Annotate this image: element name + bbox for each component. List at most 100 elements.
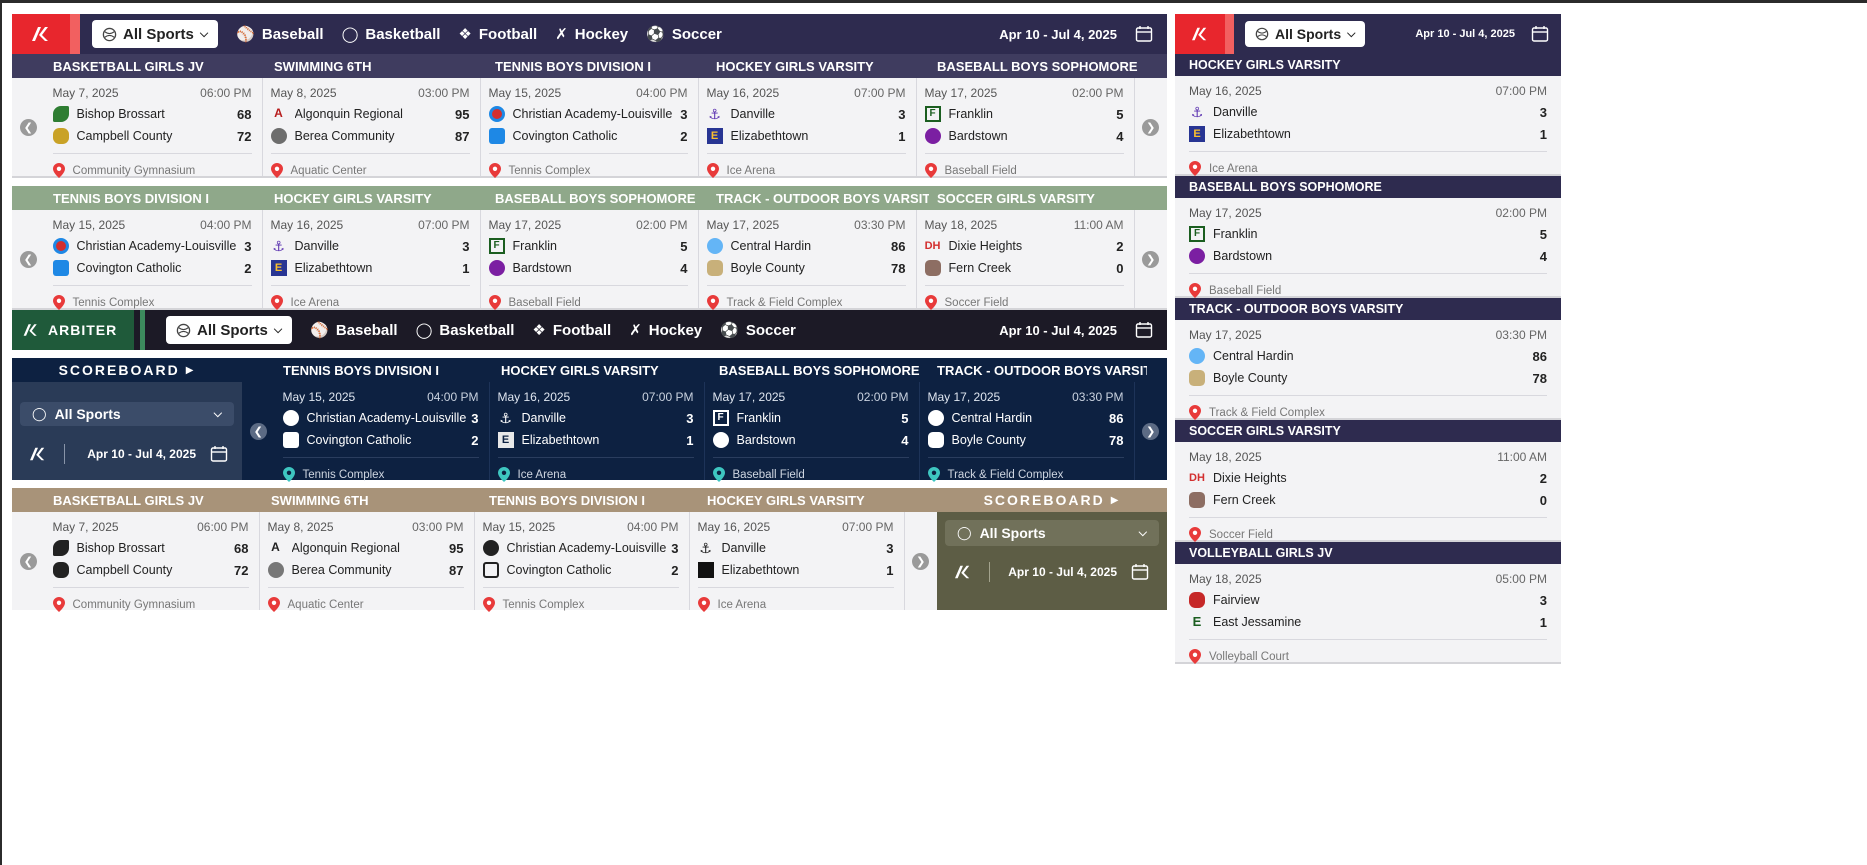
game-header: HOCKEY GIRLS VARSITY — [716, 58, 874, 74]
side-game-card[interactable]: May 18, 2025 11:00 AM DH Dixie Heights 2 Fe… — [1175, 442, 1561, 542]
tab-basketball[interactable]: ◯ Basketball — [341, 25, 441, 44]
tab-hockey[interactable]: ✗ Hockey — [555, 25, 628, 44]
chevron-down-icon: ⌵ — [1347, 27, 1356, 40]
calendar-icon[interactable] — [1135, 25, 1153, 43]
team-logo-icon — [488, 260, 505, 276]
game-card[interactable]: May 7, 2025 06:00 PM Bishop Brossart 68 Ca… — [45, 78, 263, 178]
game-card[interactable]: May 15, 2025 04:00 PM Christian Academy-L… — [481, 78, 699, 178]
scoreboard-link[interactable]: SCOREBOARD ▶ — [937, 488, 1167, 512]
next-arrow-icon[interactable]: ❯ — [1142, 118, 1160, 136]
widget5-all-sports-select[interactable]: ◯ All Sports ⌵ — [945, 520, 1159, 546]
next-arrow-icon[interactable]: ❯ — [1142, 250, 1160, 268]
location-pin-icon — [488, 163, 501, 178]
side-date-range[interactable]: Apr 10 - Jul 4, 2025 — [1415, 28, 1515, 40]
basketball-icon: ◯ — [341, 26, 359, 43]
side-all-sports-select[interactable]: All Sports ⌵ — [1245, 21, 1366, 47]
game-card[interactable]: May 15, 2025 04:00 PM Christian Academy-L… — [45, 210, 263, 310]
widget1-logo[interactable] — [12, 14, 80, 54]
location-pin-icon — [1189, 649, 1201, 664]
game-header: TENNIS BOYS DIVISION I — [53, 190, 210, 206]
widget3-all-sports-select[interactable]: All Sports ⌵ — [166, 316, 293, 344]
tab-football[interactable]: ❖ Football — [532, 321, 611, 340]
calendar-icon[interactable] — [210, 445, 228, 463]
team-logo-icon — [1189, 348, 1205, 364]
game-card[interactable]: May 7, 2025 06:00 PM Bishop Brossart 68 Ca… — [45, 512, 260, 612]
game-header: TENNIS BOYS DIVISION I — [495, 58, 652, 74]
game-card[interactable]: May 16, 2025 07:00 PM ⚓ Danville 3 E Elizabe… — [490, 382, 705, 482]
game-header: SWIMMING 6TH — [271, 492, 369, 508]
game-card[interactable]: May 17, 2025 03:30 PM Central Hardin 86 Bo… — [699, 210, 917, 310]
widget1-date-range[interactable]: Apr 10 - Jul 4, 2025 — [999, 27, 1117, 42]
game-card[interactable]: May 16, 2025 07:00 PM ⚓ Danville 3 E Elizabe… — [263, 210, 481, 310]
game-header: BASEBALL BOYS SOPHOMORE — [937, 58, 1138, 74]
tab-basketball[interactable]: ◯ Basketball — [415, 321, 515, 340]
tab-hockey[interactable]: ✗ Hockey — [629, 321, 702, 340]
arbiter-brand[interactable]: ARBITER — [12, 310, 145, 350]
widget5-cards-row: ❮ May 7, 2025 06:00 PM Bishop Brossart 68 … — [12, 512, 937, 612]
calendar-icon[interactable] — [1531, 25, 1549, 43]
team-logo-icon: ⚓ — [272, 238, 285, 254]
widget4-all-sports-select[interactable]: ◯ All Sports ⌵ — [20, 402, 234, 426]
tab-baseball[interactable]: ⚾ Baseball — [310, 321, 397, 340]
next-arrow-icon[interactable]: ❯ — [1142, 422, 1160, 440]
game-header: TENNIS BOYS DIVISION I — [283, 362, 440, 378]
location-pin-icon — [267, 597, 280, 612]
game-card[interactable]: May 16, 2025 07:00 PM ⚓ Danville 3 E Elizabe… — [699, 78, 917, 178]
team-logo-icon — [52, 128, 69, 144]
side-game-card[interactable]: May 17, 2025 02:00 PM F Franklin 5 Bardstow… — [1175, 198, 1561, 298]
game-card[interactable]: May 18, 2025 11:00 AM DH Dixie Heights 2 Fe… — [917, 210, 1135, 310]
side-game-card[interactable]: May 16, 2025 07:00 PM ⚓ Danville 3 E Elizabe… — [1175, 76, 1561, 176]
game-card[interactable]: May 17, 2025 02:00 PM F Franklin 5 Bardstow… — [481, 210, 699, 310]
hockey-icon: ✗ — [629, 322, 642, 339]
basketball-icon: ◯ — [415, 322, 433, 339]
widget1-all-sports-select[interactable]: All Sports ⌵ — [92, 20, 219, 48]
football-icon: ❖ — [532, 322, 546, 339]
team-logo-icon: E — [706, 128, 723, 144]
team-logo-icon — [697, 562, 714, 578]
widget2-cards-row: ❮ May 15, 2025 04:00 PM Christian Academy… — [12, 210, 1167, 310]
team-logo-icon — [712, 432, 729, 448]
game-card[interactable]: May 17, 2025 02:00 PM F Franklin 5 Bardstow… — [705, 382, 920, 482]
team-logo-icon: F — [1189, 226, 1205, 242]
side-game-card[interactable]: May 18, 2025 05:00 PM Fairview 3 E East Jes… — [1175, 564, 1561, 664]
calendar-icon[interactable] — [1135, 321, 1153, 339]
side-logo[interactable] — [1175, 14, 1234, 54]
tab-football[interactable]: ❖ Football — [458, 25, 537, 44]
side-game-card[interactable]: May 17, 2025 03:30 PM Central Hardin 86 Bo… — [1175, 320, 1561, 420]
game-card[interactable]: May 17, 2025 03:30 PM Central Hardin 86 Bo… — [920, 382, 1135, 482]
widget1-nav-bar: All Sports ⌵ ⚾ Baseball ◯ Basketball ❖ Foot… — [12, 14, 1167, 54]
caret-right-icon: ▶ — [185, 364, 196, 376]
team-logo-icon — [488, 106, 505, 122]
all-sports-icon — [102, 27, 117, 41]
game-header: BASEBALL BOYS SOPHOMORE — [495, 190, 696, 206]
game-card[interactable]: May 16, 2025 07:00 PM ⚓ Danville 3 Elizabet… — [690, 512, 905, 612]
widget5-date-range[interactable]: Apr 10 - Jul 4, 2025 — [1008, 565, 1117, 579]
prev-arrow-icon[interactable]: ❮ — [19, 552, 37, 570]
prev-arrow-icon[interactable]: ❮ — [19, 250, 37, 268]
tab-baseball[interactable]: ⚾ Baseball — [236, 25, 323, 44]
calendar-icon[interactable] — [1131, 563, 1149, 581]
team-logo-icon — [52, 106, 69, 122]
tab-soccer[interactable]: ⚽ Soccer — [720, 321, 796, 340]
location-pin-icon — [282, 467, 295, 482]
prev-arrow-icon[interactable]: ❮ — [19, 118, 37, 136]
soccer-icon: ⚽ — [646, 26, 665, 43]
tab-soccer[interactable]: ⚽ Soccer — [646, 25, 722, 44]
game-card[interactable]: May 15, 2025 04:00 PM Christian Academy-L… — [275, 382, 490, 482]
next-arrow-icon[interactable]: ❯ — [912, 552, 930, 570]
location-pin-icon — [270, 295, 283, 310]
widget3-date-range[interactable]: Apr 10 - Jul 4, 2025 — [999, 323, 1117, 338]
game-card[interactable]: May 15, 2025 04:00 PM Christian Academy-L… — [475, 512, 690, 612]
team-logo-icon — [52, 238, 69, 254]
location-pin-icon — [1189, 161, 1201, 176]
game-card[interactable]: May 8, 2025 03:00 PM A Algonquin Regional 9… — [260, 512, 475, 612]
team-logo-icon: ⚓ — [499, 410, 512, 426]
team-logo-icon — [482, 540, 499, 556]
game-card[interactable]: May 17, 2025 02:00 PM F Franklin 5 Bardstow… — [917, 78, 1135, 178]
team-logo-icon: E — [497, 432, 514, 448]
widget4-scoreboard-panel: SCOREBOARD ▶ ◯ All Sports ⌵ Apr 10 - Jul … — [12, 358, 242, 480]
scoreboard-link[interactable]: SCOREBOARD ▶ — [12, 358, 242, 382]
widget4-date-range[interactable]: Apr 10 - Jul 4, 2025 — [87, 447, 196, 461]
game-card[interactable]: May 8, 2025 03:00 PM A Algonquin Regional 9… — [263, 78, 481, 178]
prev-arrow-icon[interactable]: ❮ — [249, 422, 267, 440]
